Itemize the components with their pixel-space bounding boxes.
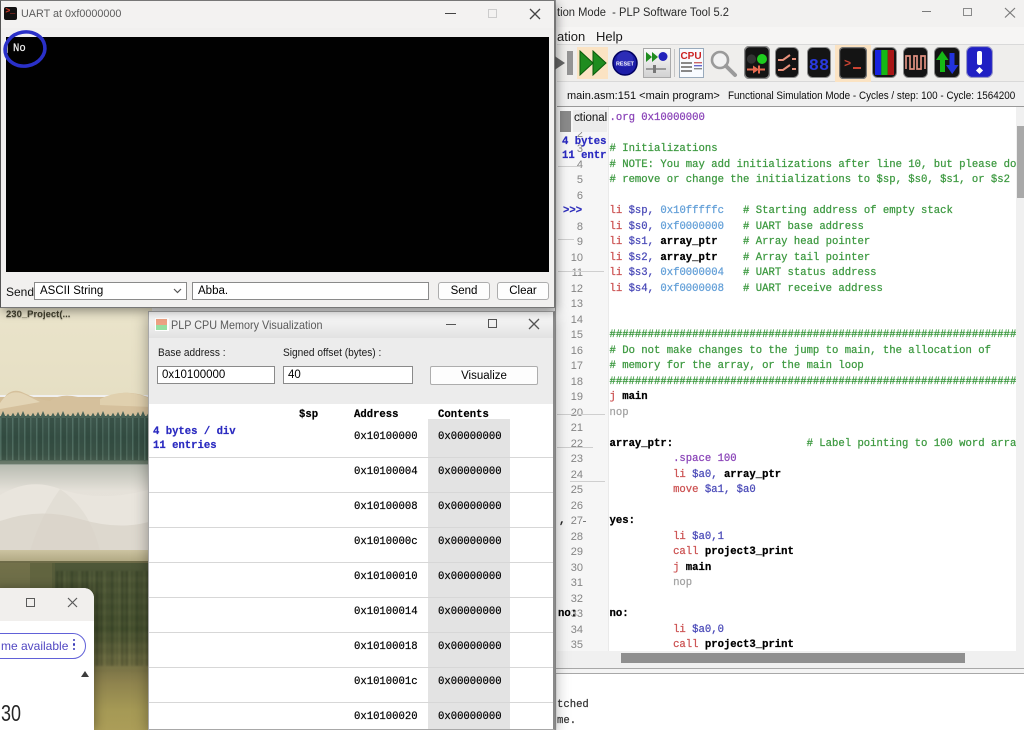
svg-text:>: > (844, 57, 851, 71)
svg-text:88: 88 (809, 57, 829, 76)
svg-text:CPU: CPU (680, 51, 701, 62)
svg-text:RESET: RESET (616, 62, 635, 68)
